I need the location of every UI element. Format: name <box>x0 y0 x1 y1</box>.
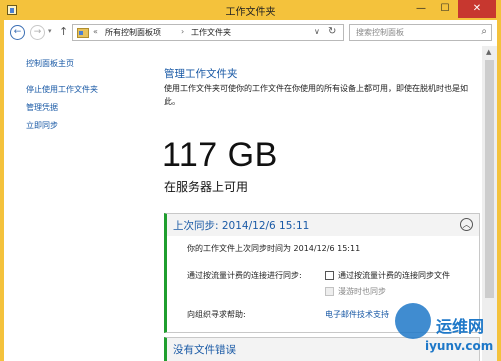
last-sync-detail: 你的工作文件上次同步时间为 2014/12/6 15:11 <box>187 244 361 253</box>
navigation-bar: ← → ▾ ↑ « 所有控制面板项 › 工作文件夹 ∨ ↻ 搜索控制面板 ⌕ <box>4 20 497 46</box>
sidebar-item-control-panel-home[interactable]: 控制面板主页 <box>26 58 74 69</box>
maximize-button[interactable]: ☐ <box>434 0 456 18</box>
last-sync-title: 上次同步: 2014/12/6 15:11 <box>173 220 310 232</box>
up-button[interactable]: ↑ <box>59 25 68 38</box>
breadcrumb-all-control-panel-items[interactable]: 所有控制面板项 <box>105 27 161 38</box>
window: 工作文件夹 — ☐ ✕ ← → ▾ ↑ « 所有控制面板项 › 工作文件夹 ∨ … <box>0 0 501 361</box>
search-placeholder: 搜索控制面板 <box>356 28 404 37</box>
search-input[interactable]: 搜索控制面板 ⌕ <box>349 24 492 41</box>
sidebar-item-manage-credentials[interactable]: 管理凭据 <box>26 102 58 113</box>
address-bar[interactable]: « 所有控制面板项 › 工作文件夹 ∨ ↻ <box>72 24 344 41</box>
roaming-sync-checkbox <box>325 287 334 296</box>
breadcrumb-work-folders[interactable]: 工作文件夹 <box>191 27 231 38</box>
back-button[interactable]: ← <box>10 25 25 40</box>
available-space-value: 117 GB <box>162 136 278 174</box>
collapse-chevron-up-icon[interactable]: ︿ <box>460 218 473 231</box>
address-overflow-chevron[interactable]: « <box>93 27 98 36</box>
breadcrumb-separator-icon[interactable]: › <box>181 27 184 36</box>
no-file-errors-title: 没有文件错误 <box>173 344 236 356</box>
address-dropdown-icon[interactable]: ∨ <box>314 27 320 36</box>
control-panel-icon <box>77 28 89 38</box>
sync-status-panel: 上次同步: 2014/12/6 15:11 ︿ 你的工作文件上次同步时间为 20… <box>164 213 480 333</box>
watermark-text: 运维网 <box>436 317 485 336</box>
page-description: 使用工作文件夹可使你的工作文件在你使用的所有设备上都可用，即使在脱机时也是如此。 <box>164 84 468 106</box>
roaming-sync-checkbox-label: 漫游时也同步 <box>338 287 386 296</box>
refresh-icon[interactable]: ↻ <box>328 26 336 37</box>
metered-sync-checkbox-label[interactable]: 通过按流量计费的连接同步文件 <box>338 270 450 281</box>
forward-button[interactable]: → <box>30 25 45 40</box>
title-bar: 工作文件夹 — ☐ ✕ <box>0 0 501 20</box>
metered-connection-label: 通过按流量计费的连接进行同步: <box>187 271 302 280</box>
minimize-button[interactable]: — <box>410 0 432 18</box>
watermark-logo <box>395 303 431 339</box>
recent-locations-dropdown-icon[interactable]: ▾ <box>48 27 52 35</box>
sync-status-header[interactable]: 上次同步: 2014/12/6 15:11 ︿ <box>167 214 479 236</box>
email-support-link[interactable]: 电子邮件技术支持 <box>325 309 389 320</box>
help-label: 向组织寻求帮助: <box>187 310 246 319</box>
close-button[interactable]: ✕ <box>458 0 496 18</box>
search-icon[interactable]: ⌕ <box>481 26 487 37</box>
vertical-scrollbar[interactable]: ▲ <box>482 46 497 361</box>
page-title: 管理工作文件夹 <box>164 68 238 80</box>
scroll-thumb[interactable] <box>485 60 494 298</box>
watermark-url: iyunv.com <box>425 339 494 353</box>
sidebar-item-stop-using-work-folders[interactable]: 停止使用工作文件夹 <box>26 84 98 95</box>
scroll-up-arrow-icon[interactable]: ▲ <box>486 48 491 56</box>
metered-sync-checkbox[interactable] <box>325 271 334 280</box>
available-space-caption: 在服务器上可用 <box>164 180 249 194</box>
sidebar-item-sync-now[interactable]: 立即同步 <box>26 120 58 131</box>
